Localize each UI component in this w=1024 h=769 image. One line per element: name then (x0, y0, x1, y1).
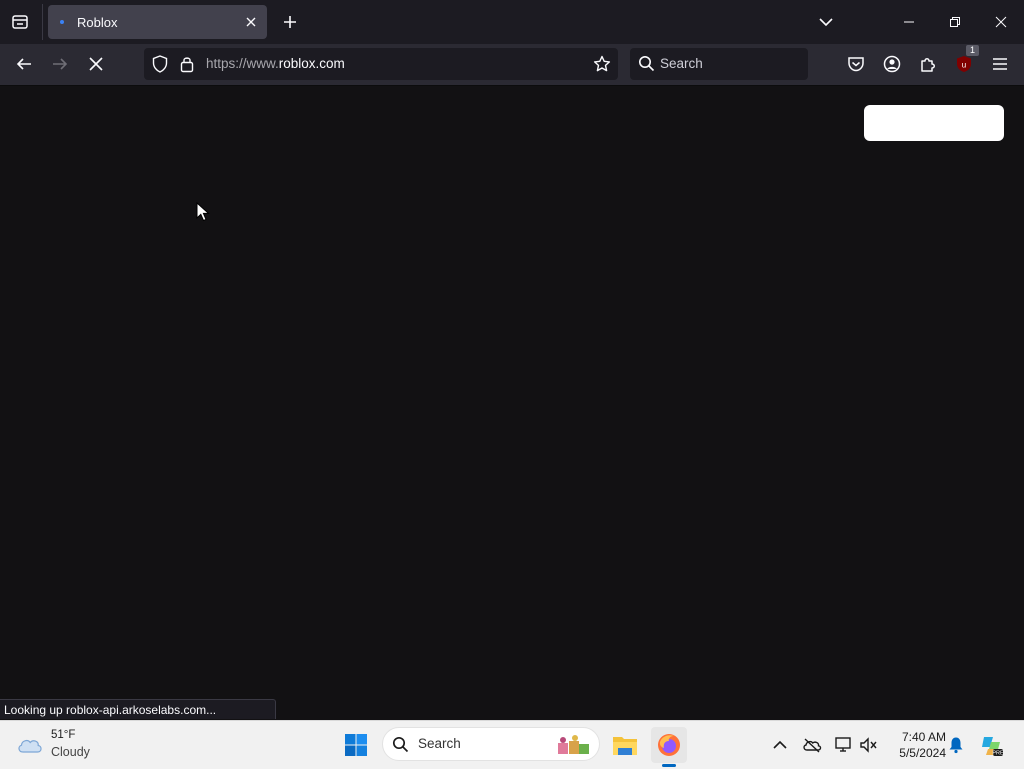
account-icon (883, 55, 901, 73)
show-hidden-icons-button[interactable] (768, 733, 792, 757)
taskbar-search-label: Search (418, 736, 461, 751)
menu-icon (992, 57, 1008, 71)
stop-icon (89, 57, 103, 71)
status-panel: Looking up roblox-api.arkoselabs.com... (0, 699, 276, 719)
copilot-icon: PRE (980, 733, 1004, 757)
weather-temperature: 51°F (51, 729, 76, 741)
copilot-button[interactable]: PRE (980, 733, 1004, 757)
chevron-up-icon (773, 740, 787, 750)
url-prefix: https://www. (206, 56, 279, 71)
minimize-icon (903, 16, 915, 28)
ublock-button[interactable]: u 1 (951, 45, 979, 77)
list-all-tabs-button[interactable] (812, 9, 840, 35)
extensions-button[interactable] (915, 51, 941, 77)
search-icon (638, 55, 655, 72)
volume-tray-button[interactable] (857, 733, 881, 757)
onedrive-icon (802, 737, 822, 753)
clock-time: 7:40 AM (901, 730, 946, 744)
tab-roblox[interactable]: Roblox (48, 5, 267, 39)
file-explorer-icon (612, 734, 638, 756)
pocket-button[interactable] (843, 51, 869, 77)
ublock-icon: u (955, 55, 973, 73)
pocket-icon (847, 55, 865, 73)
search-icon (392, 736, 409, 753)
tab-close-button[interactable] (241, 12, 261, 32)
url-domain: roblox.com (278, 56, 345, 71)
account-button[interactable] (879, 51, 905, 77)
bell-icon (948, 736, 964, 754)
minimize-button[interactable] (886, 0, 932, 44)
clock-date: 5/5/2024 (899, 746, 946, 760)
bookmark-star-button[interactable] (593, 55, 611, 73)
back-arrow-icon (16, 56, 32, 72)
restore-icon (949, 16, 961, 28)
close-icon (245, 16, 257, 28)
star-icon (593, 55, 611, 73)
plus-icon (283, 15, 297, 29)
weather-cloud-icon (16, 733, 44, 755)
svg-text:PRE: PRE (992, 751, 1004, 757)
tab-strip: Roblox (0, 0, 1024, 44)
back-button[interactable] (9, 50, 39, 78)
tab-separator (42, 4, 43, 40)
lock-icon[interactable] (178, 55, 196, 73)
app-menu-button[interactable] (987, 51, 1013, 77)
tab-list-button[interactable] (6, 8, 34, 36)
search-highlight-icon (555, 733, 591, 757)
stop-button[interactable] (81, 50, 111, 78)
firefox-icon (657, 733, 681, 757)
weather-condition: Cloudy (51, 745, 90, 759)
header-button-placeholder[interactable] (864, 105, 1004, 141)
navigation-toolbar: https://www.roblox.com Search u 1 (0, 44, 1024, 86)
running-indicator (662, 764, 676, 767)
windows-start-icon (344, 733, 368, 757)
new-tab-button[interactable] (278, 9, 302, 35)
tab-list-icon (11, 13, 29, 31)
firefox-taskbar-button[interactable] (651, 727, 687, 763)
taskbar-search[interactable]: Search (382, 727, 600, 761)
onedrive-tray-button[interactable] (800, 733, 824, 757)
url-text[interactable]: https://www.roblox.com (206, 56, 345, 71)
system-clock[interactable]: 7:40 AM 5/5/2024 (884, 729, 946, 761)
taskbar: 51°F Cloudy Search 7:40 AM 5/5/2024 PRE (0, 720, 1024, 769)
search-bar[interactable]: Search (630, 48, 808, 80)
page-content: Looking up roblox-api.arkoselabs.com... (0, 86, 1024, 720)
shield-icon[interactable] (151, 55, 169, 73)
weather-widget[interactable]: 51°F Cloudy (16, 727, 116, 763)
tab-title: Roblox (77, 15, 118, 30)
close-window-button[interactable] (978, 0, 1024, 44)
mouse-cursor-icon (196, 202, 210, 222)
file-explorer-button[interactable] (607, 727, 643, 763)
forward-arrow-icon (52, 56, 68, 72)
notifications-button[interactable] (944, 733, 968, 757)
restore-button[interactable] (932, 0, 978, 44)
network-icon (834, 736, 854, 754)
extension-badge: 1 (966, 45, 979, 56)
search-placeholder: Search (660, 56, 703, 71)
close-icon (995, 16, 1007, 28)
loading-dot-icon (60, 20, 64, 24)
forward-button[interactable] (45, 50, 75, 78)
network-tray-button[interactable] (832, 733, 856, 757)
chevron-down-icon (819, 17, 833, 27)
url-bar[interactable]: https://www.roblox.com (144, 48, 618, 80)
extensions-icon (919, 55, 937, 73)
start-button[interactable] (338, 727, 374, 763)
volume-muted-icon (859, 736, 879, 754)
svg-text:u: u (962, 61, 966, 70)
